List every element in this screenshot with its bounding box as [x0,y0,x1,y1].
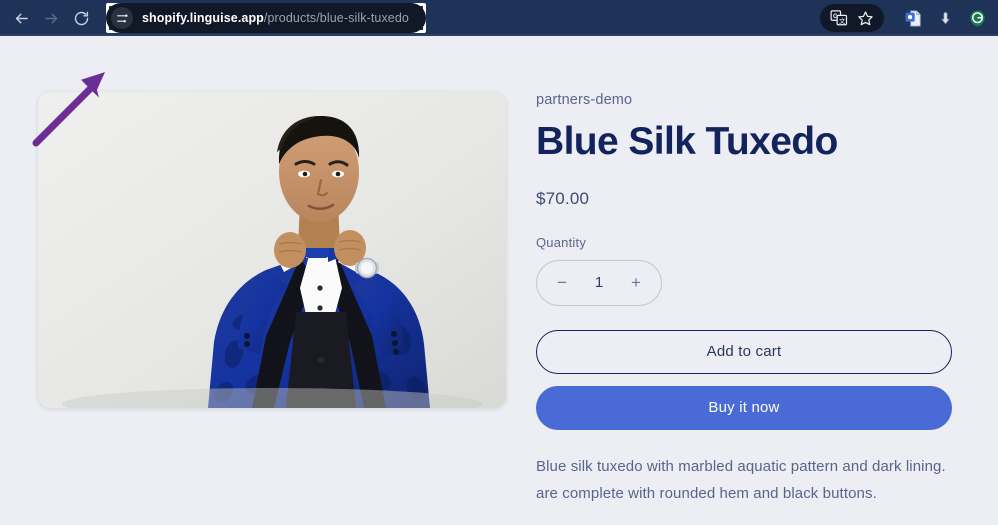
url-path: /products/blue-silk-tuxedo [263,11,409,25]
reload-button[interactable] [66,3,96,33]
forward-button[interactable] [36,3,66,33]
toolbar-icons: G 文 [820,4,998,32]
translate-bookmark-pill: G 文 [820,4,884,32]
product-price: $70.00 [536,188,590,208]
svg-text:文: 文 [839,16,846,25]
product-layout: partners-demo Blue Silk Tuxedo $70.00 Qu… [0,36,998,507]
tune-sliders-icon[interactable] [111,7,133,29]
quantity-stepper[interactable]: − 1 + [536,259,662,306]
extension-document-icon[interactable] [900,5,926,31]
download-icon[interactable] [932,5,958,31]
product-media-column [0,92,520,507]
product-description-line-1: Blue silk tuxedo with marbled aquatic pa… [536,457,946,475]
address-bar-highlight-box: shopify.linguise.app/products/blue-silk-… [106,3,426,33]
product-info-column: partners-demo Blue Silk Tuxedo $70.00 Qu… [520,92,998,507]
browser-chrome: shopify.linguise.app/products/blue-silk-… [0,0,998,36]
product-description-line-2: are complete with rounded hem and black … [536,484,877,502]
reload-icon [73,10,90,27]
back-button[interactable] [6,3,36,33]
product-description: Blue silk tuxedo with marbled aquatic pa… [536,454,998,507]
buy-it-now-button[interactable]: Buy it now [536,385,952,430]
url-host: shopify.linguise.app [142,11,264,25]
google-translate-icon[interactable]: G 文 [826,5,852,31]
product-vendor: partners-demo [536,92,633,108]
quantity-increase-button[interactable]: + [627,274,645,291]
bookmark-star-icon[interactable] [852,5,878,31]
address-bar-text: shopify.linguise.app/products/blue-silk-… [142,11,409,25]
navigation-buttons [0,3,96,33]
quantity-label: Quantity [536,234,587,250]
arrow-left-icon [13,10,30,27]
quantity-decrease-button[interactable]: − [553,274,571,291]
grammarly-icon[interactable] [964,5,990,31]
quantity-input[interactable]: 1 [595,274,603,291]
page-content: partners-demo Blue Silk Tuxedo $70.00 Qu… [0,36,998,525]
product-image[interactable] [38,92,506,408]
add-to-cart-button[interactable]: Add to cart [536,329,952,374]
arrow-right-icon [43,10,60,27]
address-bar[interactable]: shopify.linguise.app/products/blue-silk-… [106,3,426,33]
page-title: Blue Silk Tuxedo [536,120,838,163]
